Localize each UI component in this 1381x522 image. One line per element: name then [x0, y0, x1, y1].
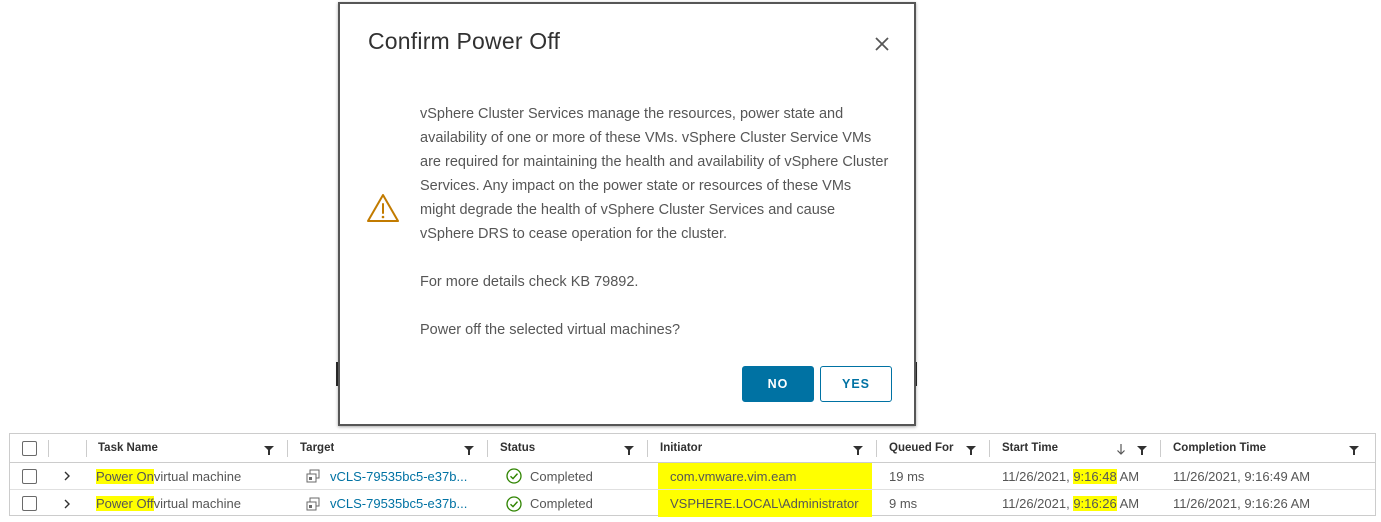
start-time-cell: 11/26/2021, 9:16:26 AM	[1002, 490, 1139, 517]
column-header-completion-time[interactable]: Completion Time	[1173, 434, 1266, 462]
queued-for-cell: 19 ms	[889, 468, 925, 484]
completion-time-cell: 11/26/2021, 9:16:26 AM	[1173, 496, 1311, 511]
column-header-status[interactable]: Status	[500, 434, 535, 462]
dialog-question: Power off the selected virtual machines?	[420, 322, 681, 338]
recent-tasks-grid: Task Name Target Status Initiator Queued…	[9, 433, 1376, 517]
sort-descending-icon[interactable]	[1116, 443, 1126, 455]
start-time-highlight: 9:16:48	[1073, 468, 1117, 484]
dialog-body: vSphere Cluster Services manage the reso…	[420, 102, 890, 366]
row-select-cell	[22, 463, 37, 489]
expand-chevron-icon[interactable]	[62, 490, 72, 517]
task-name-cell: Power Off virtual machine	[96, 490, 241, 517]
filter-icon[interactable]	[264, 445, 274, 455]
column-header-task-name[interactable]: Task Name	[98, 434, 158, 462]
start-time-ampm: AM	[1116, 468, 1140, 484]
filter-icon[interactable]	[624, 445, 634, 455]
column-header-queued-for[interactable]: Queued For	[889, 434, 954, 462]
table-row[interactable]: Power On virtual machine vCLS-79535bc5-e…	[10, 463, 1375, 490]
initiator-cell: com.vmware.vim.eam	[658, 463, 872, 489]
grid-header-row: Task Name Target Status Initiator Queued…	[10, 434, 1375, 463]
row-select-cell	[22, 490, 37, 517]
filter-icon[interactable]	[853, 445, 863, 455]
target-cell: vCLS-79535bc5-e37b...	[306, 463, 467, 489]
close-icon[interactable]	[870, 32, 894, 56]
vm-icon	[306, 497, 320, 510]
task-name-text: virtual machine	[153, 468, 242, 484]
queued-for-cell: 9 ms	[889, 496, 918, 511]
dialog-title: Confirm Power Off	[368, 28, 561, 54]
status-cell: Completed	[506, 490, 593, 517]
filter-icon[interactable]	[966, 445, 976, 455]
warning-triangle-icon	[366, 192, 400, 224]
column-header-start-time[interactable]: Start Time	[1002, 434, 1058, 462]
dialog-message: vSphere Cluster Services manage the reso…	[420, 106, 889, 242]
start-time-cell: 11/26/2021, 9:16:48 AM	[1002, 463, 1139, 489]
task-name-highlight: Power On	[96, 468, 154, 484]
task-name-highlight: Power Off	[96, 496, 154, 511]
row-checkbox[interactable]	[22, 468, 37, 484]
check-circle-icon	[506, 468, 522, 484]
column-header-initiator[interactable]: Initiator	[660, 434, 702, 462]
filter-icon[interactable]	[1349, 445, 1359, 455]
completion-time-cell: 11/26/2021, 9:16:49 AM	[1173, 468, 1311, 484]
expand-chevron-icon[interactable]	[62, 463, 72, 489]
status-cell: Completed	[506, 463, 593, 489]
table-row[interactable]: Power Off virtual machine vCLS-79535bc5-…	[10, 490, 1375, 517]
start-time-date: 11/26/2021,	[1002, 496, 1074, 511]
task-name-text: virtual machine	[153, 496, 241, 511]
target-link[interactable]: vCLS-79535bc5-e37b...	[330, 469, 467, 484]
select-all-cell	[22, 434, 37, 462]
dialog-kb-text: For more details check KB 79892.	[420, 274, 639, 290]
row-checkbox[interactable]	[22, 496, 37, 511]
target-cell: vCLS-79535bc5-e37b...	[306, 490, 467, 517]
start-time-highlight: 9:16:26	[1073, 496, 1117, 511]
select-all-checkbox[interactable]	[22, 440, 37, 456]
status-text: Completed	[530, 496, 593, 511]
target-link[interactable]: vCLS-79535bc5-e37b...	[330, 496, 467, 511]
check-circle-icon	[506, 495, 522, 512]
task-name-cell: Power On virtual machine	[96, 463, 241, 489]
vm-icon	[306, 469, 320, 483]
start-time-ampm: AM	[1116, 496, 1140, 511]
confirm-power-off-dialog: Confirm Power Off vSphere Cluster Servic…	[338, 2, 916, 426]
filter-icon[interactable]	[1137, 445, 1147, 455]
no-button[interactable]: NO	[742, 366, 814, 402]
filter-icon[interactable]	[464, 445, 474, 455]
status-text: Completed	[530, 468, 593, 484]
yes-button[interactable]: YES	[820, 366, 892, 402]
column-header-target[interactable]: Target	[300, 434, 334, 462]
start-time-date: 11/26/2021,	[1002, 468, 1074, 484]
initiator-cell: VSPHERE.LOCAL\Administrator	[658, 490, 872, 517]
